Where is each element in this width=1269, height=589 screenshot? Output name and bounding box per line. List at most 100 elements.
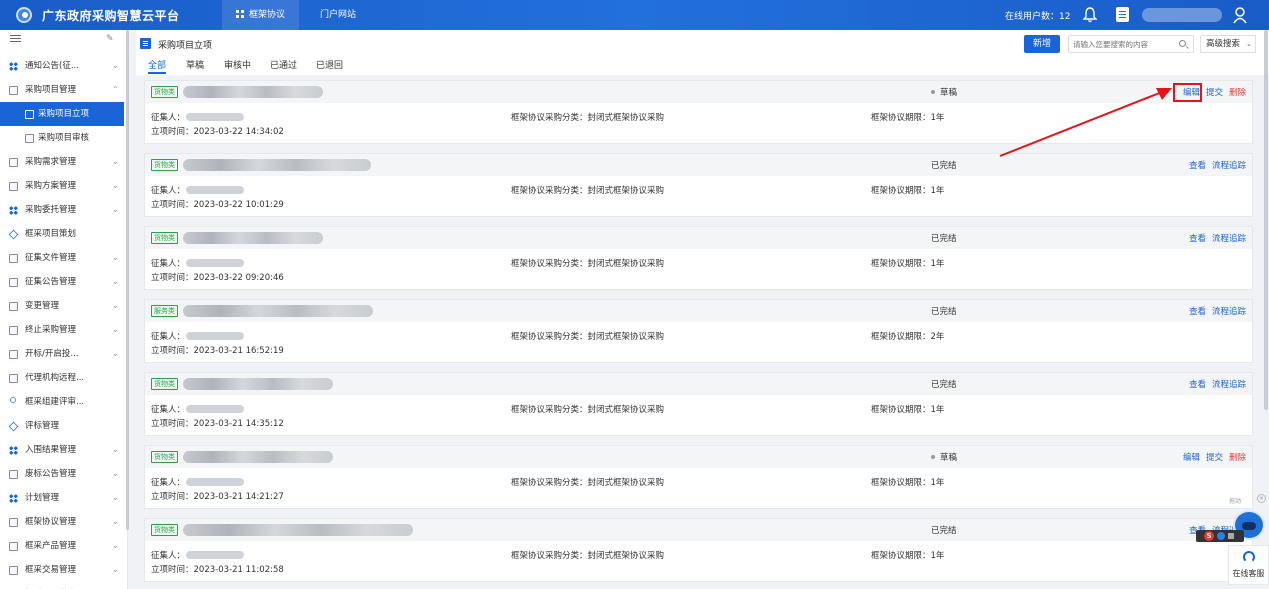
sidebar-item[interactable]: 框采项目策划 [0, 222, 124, 246]
sidebar-item[interactable]: 变更管理 ⌄ [0, 294, 124, 318]
sidebar-toolbar: ✎ [0, 30, 128, 50]
created-field: 立项时间：2023-03-21 14:21:27 [151, 490, 284, 502]
sidebar-item-label: 代理机构远程... [25, 373, 85, 383]
sidebar-item[interactable]: 终止采购管理 ⌄ [0, 318, 124, 342]
created-field: 立项时间：2023-03-21 11:02:58 [151, 563, 284, 575]
sidebar-item[interactable]: 通知公告(征... ⌄ [0, 54, 124, 78]
sidebar-item[interactable]: 采购需求管理 ⌄ [0, 150, 124, 174]
period-value: 1年 [930, 405, 945, 415]
sidebar-item[interactable]: 计划管理 ⌄ [0, 486, 124, 510]
sidebar-item[interactable]: 框采交易管理 ⌄ [0, 558, 124, 582]
project-title-redacted[interactable] [183, 451, 333, 463]
annotation-arrow-icon [999, 88, 1172, 157]
doc-icon [9, 470, 18, 479]
drag-hint: 拖动 [1229, 498, 1242, 505]
edit-link[interactable]: 编辑 [1183, 451, 1200, 463]
submit-link[interactable]: 提交 [1206, 86, 1223, 98]
submit-link[interactable]: 提交 [1206, 451, 1223, 463]
bell-icon[interactable] [1083, 7, 1097, 23]
card-header: 货物类已完结查看流程追踪 [145, 519, 1252, 541]
process-trace-link[interactable]: 流程追踪 [1212, 305, 1246, 317]
project-title-redacted[interactable] [183, 159, 371, 171]
nav-tab-framework[interactable]: 框架协议 [222, 0, 300, 30]
sidebar-item[interactable]: 采购项目审核 [0, 126, 124, 150]
sidebar-item-label: 终止采购管理 [25, 325, 77, 335]
ime-toolbar[interactable]: S [1196, 530, 1244, 542]
close-icon[interactable]: × [1257, 494, 1266, 503]
nav-tab-portal[interactable]: 门户网站 [306, 0, 370, 30]
sidebar-item[interactable]: 框采产品管理 ⌄ [0, 534, 124, 558]
tab-draft[interactable]: 草稿 [186, 58, 204, 71]
view-link[interactable]: 查看 [1189, 378, 1206, 390]
view-link[interactable]: 查看 [1189, 232, 1206, 244]
sidebar-item[interactable]: 框采入围供应 ⌄ [0, 582, 124, 589]
project-title-redacted[interactable] [183, 524, 413, 536]
project-title-redacted[interactable] [183, 378, 333, 390]
project-title-redacted[interactable] [183, 305, 373, 317]
sidebar-item[interactable]: 框采组建评审... [0, 390, 124, 414]
status-badge: 已完结 [931, 526, 957, 536]
project-title-redacted[interactable] [183, 86, 323, 98]
delete-link[interactable]: 删除 [1229, 451, 1246, 463]
sidebar-item-label: 框采交易管理 [25, 565, 77, 575]
tab-all[interactable]: 全部 [148, 58, 167, 74]
tab-approved[interactable]: 已通过 [270, 58, 297, 71]
sidebar-item[interactable]: 废标公告管理 ⌄ [0, 462, 124, 486]
sidebar-item[interactable]: 代理机构远程... [0, 366, 124, 390]
collector-label: 征集人： [151, 551, 186, 561]
sidebar-item[interactable]: 采购委托管理 ⌄ [0, 198, 124, 222]
new-button[interactable]: 新增 [1024, 35, 1060, 53]
doc-icon [9, 542, 18, 551]
sidebar-item[interactable]: 入围结果管理 ⌄ [0, 438, 124, 462]
doc-icon [9, 518, 18, 527]
tab-returned[interactable]: 已退回 [316, 58, 343, 71]
sidebar-item[interactable]: 开标/开启投... ⌄ [0, 342, 124, 366]
sidebar-item[interactable]: 征集文件管理 ⌄ [0, 246, 124, 270]
collector-label: 征集人： [151, 405, 186, 415]
created-value: 2023-03-22 14:34:02 [193, 127, 284, 137]
chevron-down-icon: ⌄ [112, 277, 119, 286]
created-label: 立项时间： [151, 565, 194, 575]
project-card: 货物类 已完结 查看 流程追踪 征集人： 立项时间：2023-03-21 14:35:12… [144, 372, 1253, 436]
sidebar-scrollbar[interactable] [126, 30, 129, 530]
view-link[interactable]: 查看 [1189, 305, 1206, 317]
sidebar-item[interactable]: 框架协议管理 ⌄ [0, 510, 124, 534]
message-doc-icon[interactable] [1116, 7, 1129, 22]
view-link[interactable]: 查看 [1189, 159, 1206, 171]
agreement-period: 框架协议期限：2年 [871, 330, 944, 342]
process-trace-link[interactable]: 流程追踪 [1212, 232, 1246, 244]
procurement-category: 框架协议采购分类：封闭式框架协议采购 [511, 259, 665, 269]
search-input[interactable] [1073, 38, 1171, 51]
person-icon [10, 397, 16, 403]
sidebar-item[interactable]: 采购项目管理 ⌃ [0, 78, 124, 102]
sidebar-item-label: 废标公告管理 [25, 469, 77, 479]
main-scrollbar[interactable] [1264, 30, 1268, 410]
sidebar-item[interactable]: 采购项目立项 [0, 102, 124, 126]
sidebar-item-label: 框采产品管理 [25, 541, 77, 551]
advanced-search-dropdown[interactable]: 高级搜索 ⌄ [1200, 35, 1256, 53]
doc-icon [9, 374, 18, 383]
list-icon [140, 38, 151, 49]
process-trace-link[interactable]: 流程追踪 [1212, 159, 1246, 171]
pin-icon[interactable]: ✎ [106, 34, 114, 44]
ime-menu-icon[interactable] [1228, 533, 1234, 539]
search-icon[interactable] [1179, 40, 1186, 47]
sidebar-item[interactable]: 采购方案管理 ⌄ [0, 174, 124, 198]
sogou-icon[interactable]: S [1204, 531, 1214, 541]
tab-reviewing[interactable]: 审核中 [224, 58, 251, 71]
sidebar-item[interactable]: 征集公告管理 ⌄ [0, 270, 124, 294]
sidebar-item-label: 采购项目审核 [38, 133, 90, 143]
user-icon[interactable] [1232, 6, 1248, 24]
online-service-button[interactable]: 在线客服 [1228, 545, 1269, 585]
period-label: 框架协议期限： [871, 551, 931, 561]
card-header: 货物类已完结查看流程追踪 [145, 227, 1252, 249]
procurement-category: 框架协议采购分类：封闭式框架协议采购 [511, 113, 665, 123]
menu-toggle-icon[interactable] [10, 35, 21, 36]
ime-help-icon[interactable] [1217, 532, 1225, 540]
period-value: 1年 [930, 551, 945, 561]
process-trace-link[interactable]: 流程追踪 [1212, 378, 1246, 390]
sidebar-item[interactable]: 评标管理 [0, 414, 124, 438]
project-title-redacted[interactable] [183, 232, 323, 244]
delete-link[interactable]: 删除 [1229, 86, 1246, 98]
doc-icon [9, 326, 18, 335]
